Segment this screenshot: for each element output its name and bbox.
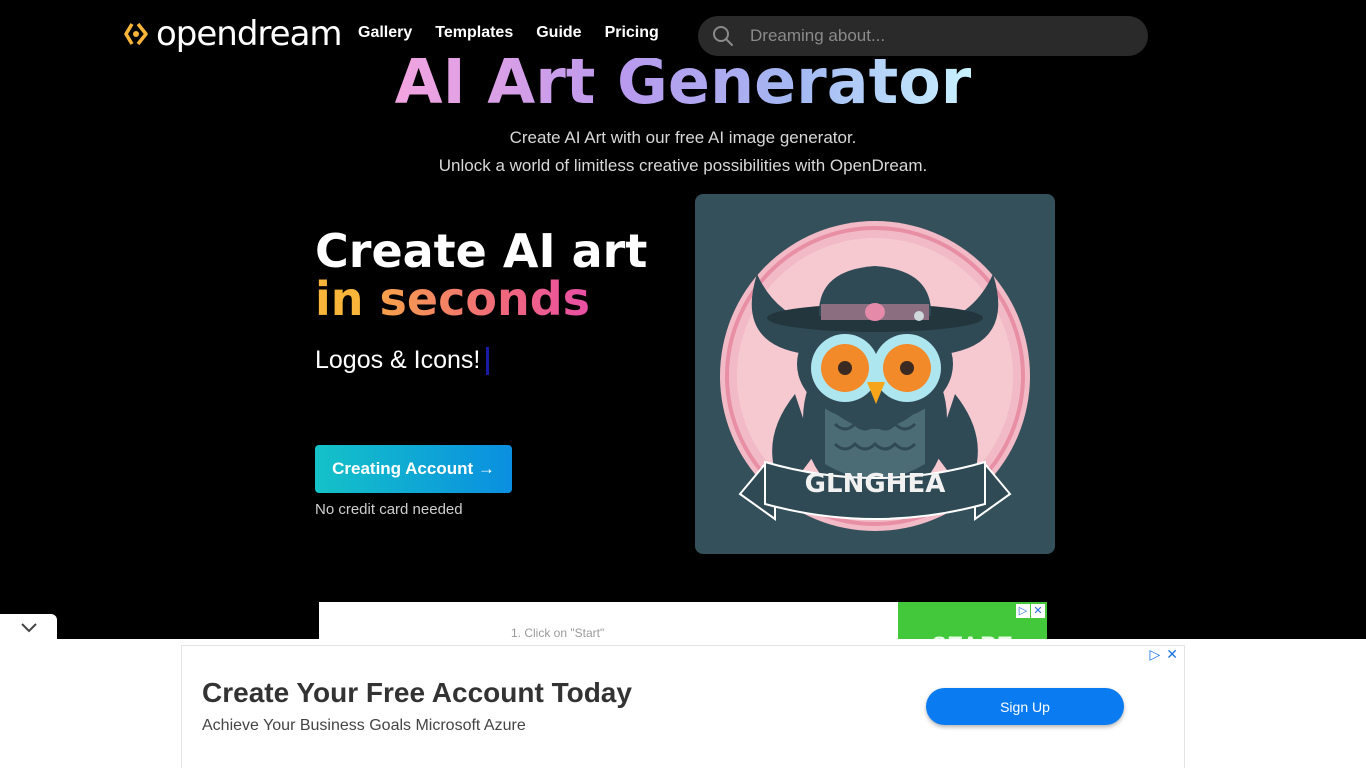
chevron-down-icon bbox=[20, 623, 37, 633]
opendream-logo-icon bbox=[124, 22, 148, 46]
bottom-ad-controls: ▷ ✕ bbox=[1149, 646, 1178, 663]
sample-artwork-image: GLNGHEA bbox=[695, 194, 1055, 554]
ad-strip-controls: ▷ ✕ bbox=[1016, 604, 1045, 618]
text-caret bbox=[486, 346, 490, 375]
nav-pricing[interactable]: Pricing bbox=[605, 24, 659, 42]
artwork-banner-text: GLNGHEA bbox=[805, 469, 946, 499]
heading-seconds-text: seconds bbox=[379, 272, 591, 326]
subtitle-line-2: Unlock a world of limitless creative pos… bbox=[438, 156, 928, 175]
ad-choices-icon[interactable]: ▷ bbox=[1149, 646, 1160, 663]
no-credit-card-note: No credit card needed bbox=[315, 501, 463, 518]
site-logo[interactable]: opendream bbox=[124, 14, 343, 54]
owl-logo-illustration: GLNGHEA bbox=[720, 221, 1030, 531]
ad-close-icon[interactable]: ✕ bbox=[1166, 646, 1178, 663]
ad-close-icon[interactable]: ✕ bbox=[1031, 604, 1045, 618]
bottom-ad-title: Create Your Free Account Today bbox=[202, 677, 632, 708]
create-account-button[interactable]: Creating Account → bbox=[315, 445, 512, 493]
nav-templates[interactable]: Templates bbox=[435, 24, 513, 42]
nav-gallery[interactable]: Gallery bbox=[358, 24, 412, 42]
heading-in-text: in bbox=[315, 272, 380, 326]
bottom-ad-subtitle: Achieve Your Business Goals Microsoft Az… bbox=[202, 717, 526, 734]
typewriter-text: Logos & Icons! bbox=[315, 346, 490, 375]
subtitle-line-1: Create AI Art with our free AI image gen… bbox=[509, 128, 857, 147]
hero-heading-line-1: Create AI art bbox=[315, 224, 648, 278]
hero-heading-line-2: in seconds bbox=[315, 274, 590, 324]
main-nav: Gallery Templates Guide Pricing bbox=[358, 24, 659, 42]
search-input[interactable] bbox=[750, 26, 1130, 46]
search-icon bbox=[713, 26, 733, 46]
sign-up-button[interactable]: Sign Up bbox=[926, 688, 1124, 725]
collapse-ad-button[interactable] bbox=[0, 614, 57, 640]
search-bar[interactable] bbox=[698, 16, 1148, 56]
ad-step-text: 1. Click on "Start" bbox=[511, 626, 605, 640]
typewriter-value: Logos & Icons! bbox=[315, 346, 481, 374]
logo-text: opendream bbox=[156, 14, 343, 54]
ad-banner-strip[interactable]: 1. Click on "Start" START ▷ ✕ bbox=[319, 602, 1047, 640]
nav-guide[interactable]: Guide bbox=[536, 24, 581, 42]
bottom-ad-banner[interactable]: Create Your Free Account Today Achieve Y… bbox=[181, 645, 1185, 768]
ad-choices-icon[interactable]: ▷ bbox=[1016, 604, 1030, 618]
